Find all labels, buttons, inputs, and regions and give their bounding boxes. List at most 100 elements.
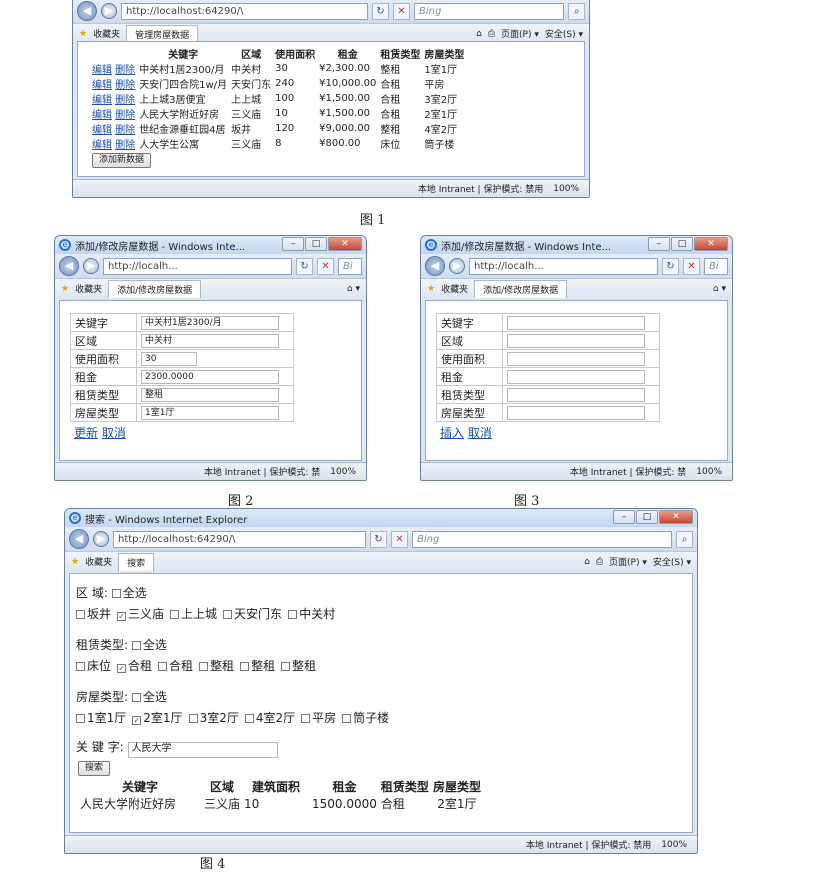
zoom-level[interactable]: 100%	[330, 467, 356, 477]
field-input[interactable]: 1室1厅	[141, 405, 279, 420]
edit-link[interactable]: 编辑	[92, 140, 112, 151]
back-icon[interactable]: ◀	[69, 529, 89, 549]
refresh-icon[interactable]: ↻	[296, 257, 313, 275]
checkbox-option[interactable]: ✓ 三义庙	[117, 607, 164, 621]
edit-link[interactable]: 编辑	[92, 110, 112, 121]
forward-icon[interactable]: ▶	[449, 258, 465, 274]
edit-link[interactable]: 编辑	[92, 125, 112, 136]
checkbox[interactable]	[199, 662, 209, 671]
field-input[interactable]	[507, 405, 645, 420]
search-input[interactable]: Bing	[412, 530, 672, 548]
checkbox-option[interactable]: 整租	[281, 659, 316, 673]
checkbox-option[interactable]: 合租	[158, 659, 193, 673]
checkbox-option[interactable]: 上上城	[170, 607, 217, 621]
checkbox-option[interactable]: ✓ 合租	[117, 659, 152, 673]
url-input[interactable]: http://localhost:64290/\	[113, 530, 366, 548]
checkbox-all-area[interactable]	[111, 589, 121, 598]
field-input[interactable]	[507, 315, 645, 330]
stop-icon[interactable]: ✕	[391, 530, 408, 548]
minimize-button[interactable]: –	[282, 237, 304, 251]
url-input[interactable]: http://localhost:64290/\	[121, 2, 368, 20]
maximize-button[interactable]: □	[671, 237, 693, 251]
close-button[interactable]: ✕	[694, 237, 728, 251]
stop-icon[interactable]: ✕	[683, 257, 700, 275]
tab-edit[interactable]: 添加/修改房屋数据	[108, 279, 202, 298]
print-icon[interactable]: ⎙	[596, 557, 603, 567]
home-icon[interactable]: ⌂ ▾	[713, 284, 726, 294]
checkbox-all-house[interactable]	[131, 693, 141, 702]
url-input[interactable]: http://localh...	[103, 257, 292, 275]
delete-link[interactable]: 删除	[115, 95, 135, 106]
field-input[interactable]	[507, 369, 645, 384]
checkbox[interactable]	[158, 662, 168, 671]
forward-icon[interactable]: ▶	[93, 531, 109, 547]
field-input[interactable]	[507, 387, 645, 402]
update-link[interactable]: 更新	[74, 426, 98, 440]
edit-link[interactable]: 编辑	[92, 80, 112, 91]
checkbox-option[interactable]: 天安门东	[223, 607, 282, 621]
checkbox[interactable]	[170, 610, 180, 619]
checkbox-option[interactable]: 坂井	[76, 607, 111, 621]
minimize-button[interactable]: –	[648, 237, 670, 251]
delete-link[interactable]: 删除	[115, 65, 135, 76]
delete-link[interactable]: 删除	[115, 110, 135, 121]
checkbox-option[interactable]: 1室1厅	[76, 711, 126, 725]
search-input[interactable]: Bi	[338, 257, 362, 275]
delete-link[interactable]: 删除	[115, 80, 135, 91]
home-icon[interactable]: ⌂	[476, 29, 482, 39]
checkbox[interactable]	[281, 662, 291, 671]
refresh-icon[interactable]: ↻	[370, 530, 387, 548]
field-input[interactable]	[507, 333, 645, 348]
checkbox-option[interactable]: 4室2厅	[244, 711, 295, 725]
search-input[interactable]: Bi	[704, 257, 728, 275]
edit-link[interactable]: 编辑	[92, 95, 112, 106]
page-menu[interactable]: 页面(P) ▾	[501, 27, 539, 40]
maximize-button[interactable]: □	[305, 237, 327, 251]
add-data-button[interactable]: 添加新数据	[92, 153, 152, 168]
field-input[interactable]: 2300.0000	[141, 369, 279, 384]
checkbox-all-rent[interactable]	[131, 641, 141, 650]
forward-icon[interactable]: ▶	[101, 3, 117, 19]
checkbox[interactable]: ✓	[117, 664, 127, 673]
home-icon[interactable]: ⌂	[584, 557, 590, 567]
checkbox[interactable]: ✓	[132, 716, 142, 725]
back-icon[interactable]: ◀	[425, 256, 445, 276]
checkbox-option[interactable]: 中关村	[288, 607, 335, 621]
cancel-link[interactable]: 取消	[468, 426, 492, 440]
favorites-button[interactable]: 收藏夹	[85, 555, 112, 568]
field-input[interactable]: 中关村	[141, 333, 279, 348]
print-icon[interactable]: ⎙	[488, 29, 495, 39]
delete-link[interactable]: 删除	[115, 140, 135, 151]
checkbox-option[interactable]: 平房	[301, 711, 336, 725]
field-input[interactable]: 中关村1居2300/月	[141, 315, 279, 330]
refresh-icon[interactable]: ↻	[662, 257, 679, 275]
insert-link[interactable]: 插入	[440, 426, 464, 440]
close-button[interactable]: ✕	[659, 510, 693, 524]
close-button[interactable]: ✕	[328, 237, 362, 251]
keyword-input[interactable]: 人民大学	[127, 742, 278, 758]
checkbox-option[interactable]: ✓ 2室1厅	[132, 711, 183, 725]
checkbox-option[interactable]: 筒子楼	[342, 711, 389, 725]
back-icon[interactable]: ◀	[77, 1, 97, 21]
checkbox[interactable]	[76, 714, 85, 723]
zoom-level[interactable]: 100%	[661, 840, 687, 850]
field-input[interactable]: 30	[141, 351, 197, 366]
zoom-level[interactable]: 100%	[553, 184, 579, 194]
search-icon[interactable]: ⌕	[676, 530, 693, 548]
field-input[interactable]: 整租	[141, 387, 279, 402]
delete-link[interactable]: 删除	[115, 125, 135, 136]
safety-menu[interactable]: 安全(S) ▾	[653, 555, 691, 568]
favorites-button[interactable]: 收藏夹	[441, 282, 468, 295]
checkbox[interactable]: ✓	[117, 612, 127, 621]
maximize-button[interactable]: □	[636, 510, 658, 524]
tab-manage[interactable]: 管理房屋数据	[126, 24, 199, 43]
search-icon[interactable]: ⌕	[568, 2, 585, 20]
safety-menu[interactable]: 安全(S) ▾	[545, 27, 583, 40]
favorites-button[interactable]: 收藏夹	[93, 27, 120, 40]
stop-icon[interactable]: ✕	[317, 257, 334, 275]
forward-icon[interactable]: ▶	[83, 258, 99, 274]
checkbox[interactable]	[244, 714, 254, 723]
back-icon[interactable]: ◀	[59, 256, 79, 276]
edit-link[interactable]: 编辑	[92, 65, 112, 76]
minimize-button[interactable]: –	[613, 510, 635, 524]
